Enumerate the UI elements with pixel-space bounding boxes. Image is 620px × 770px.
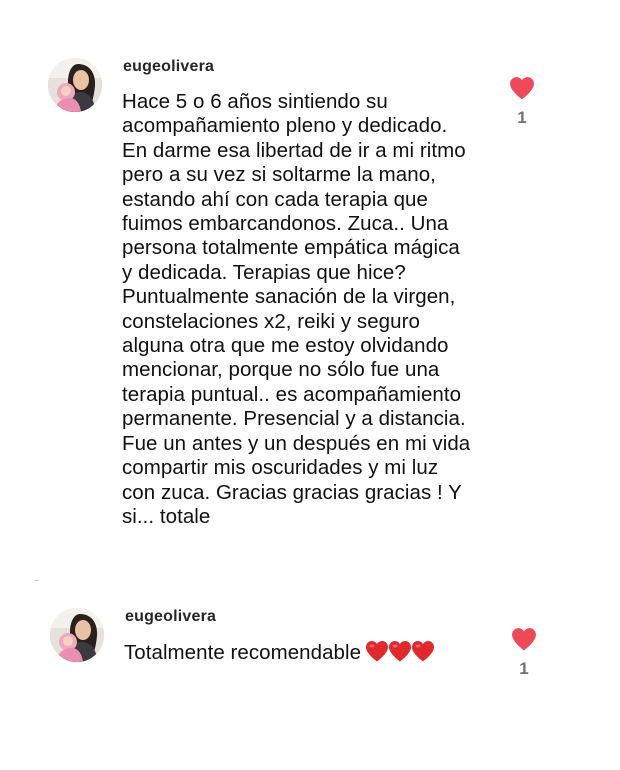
divider bbox=[35, 580, 39, 581]
heart-filled-icon[interactable] bbox=[509, 76, 535, 100]
comment-text: Hace 5 o 6 años sintiendo su acompañamie… bbox=[122, 90, 471, 528]
profile-photo bbox=[48, 58, 102, 112]
heart-emoji-group bbox=[365, 640, 435, 668]
profile-photo bbox=[50, 608, 104, 662]
avatar[interactable] bbox=[48, 58, 102, 112]
like-count: 1 bbox=[519, 659, 529, 678]
heart-filled-icon[interactable] bbox=[511, 627, 537, 651]
red-heart-emoji-icon bbox=[412, 641, 435, 662]
red-heart-emoji-icon bbox=[366, 641, 389, 662]
like-count: 1 bbox=[517, 108, 527, 127]
avatar[interactable] bbox=[50, 608, 104, 662]
comment-text-content: Totalmente recomendable bbox=[124, 641, 362, 664]
red-heart-emoji-icon bbox=[389, 641, 412, 662]
username[interactable]: eugeolivera bbox=[125, 608, 216, 626]
comment-text: Totalmente recomendable bbox=[124, 640, 504, 668]
like-button[interactable]: 1 bbox=[504, 627, 544, 679]
username[interactable]: eugeolivera bbox=[123, 58, 214, 76]
like-button[interactable]: 1 bbox=[502, 76, 542, 128]
